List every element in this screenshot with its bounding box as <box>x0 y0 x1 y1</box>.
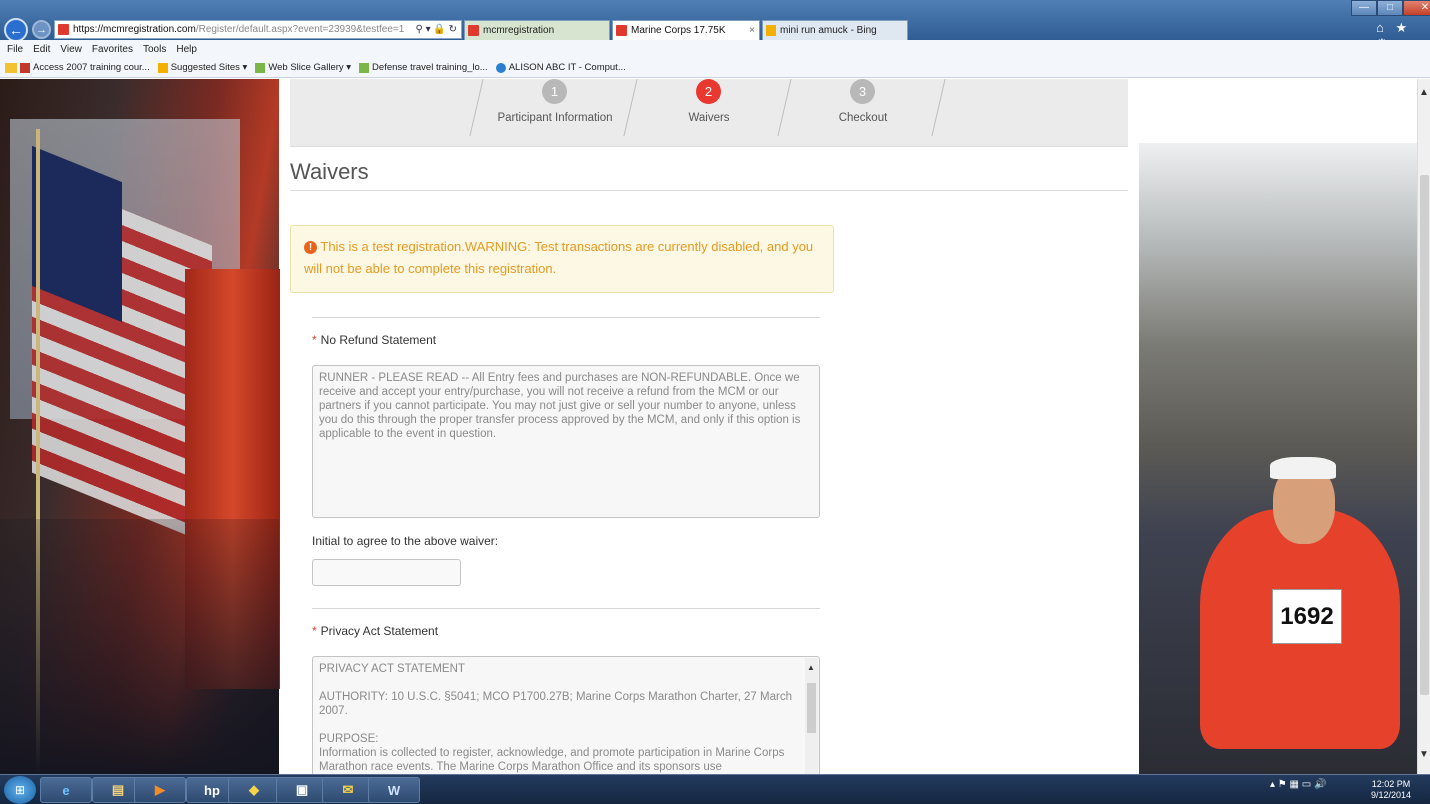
app-taskbar-icon[interactable]: ▣ <box>276 777 328 803</box>
required-mark: * <box>312 624 317 638</box>
tab-label: mcmregistration <box>483 25 555 36</box>
office-icon <box>20 62 30 73</box>
scroll-thumb[interactable] <box>1420 175 1429 695</box>
privacy-act-textarea[interactable]: PRIVACY ACT STATEMENT AUTHORITY: 10 U.S.… <box>312 656 820 774</box>
windows-taskbar: ⊞ e ▤ ▶ hp ◆ ▣ ✉ W ▴ ⚑ ▦ ▭ 🔊 12:02 PM 9/… <box>0 774 1430 804</box>
clock-date: 9/12/2014 <box>1370 790 1412 800</box>
start-button[interactable]: ⊞ <box>4 776 36 804</box>
initial-input[interactable] <box>312 559 461 586</box>
tab-mcmregistration[interactable]: mcmregistration <box>464 20 610 40</box>
ie-taskbar-icon[interactable]: e <box>40 777 92 803</box>
step-1-label[interactable]: Participant Information <box>475 112 635 124</box>
page-scrollbar[interactable]: ▲ ▼ <box>1417 79 1430 774</box>
step-3-circle: 3 <box>850 79 875 104</box>
alert-icon: ! <box>304 241 317 254</box>
favorites-bar: Access 2007 training cour... Suggested S… <box>0 58 1430 78</box>
menu-edit[interactable]: Edit <box>33 44 50 55</box>
back-button[interactable]: ← <box>4 18 28 42</box>
step-3-label: Checkout <box>838 112 888 124</box>
address-bar[interactable]: https://mcmregistration.com/Register/def… <box>54 20 462 39</box>
privacy-line: AUTHORITY: 10 U.S.C. §5041; MCO P1700.27… <box>319 691 792 717</box>
address-tools[interactable]: ⚲ ▾ 🔒 ↻ <box>415 24 461 35</box>
close-button[interactable]: ✕ <box>1403 0 1430 16</box>
privacy-line: PRIVACY ACT STATEMENT <box>319 663 465 675</box>
tab-bing[interactable]: mini run amuck - Bing <box>762 20 908 40</box>
word-taskbar-icon[interactable]: W <box>368 777 420 803</box>
system-clock[interactable]: 12:02 PM 9/12/2014 <box>1356 779 1426 801</box>
minimize-button[interactable]: — <box>1351 0 1377 16</box>
page-icon <box>359 62 370 73</box>
media-player-taskbar-icon[interactable]: ▶ <box>134 777 186 803</box>
favorite-link[interactable]: Web Slice Gallery ▾ <box>255 62 351 73</box>
favorite-link[interactable]: Access 2007 training cour... <box>20 62 150 73</box>
initial-label: Initial to agree to the above waiver: <box>312 534 499 548</box>
menu-view[interactable]: View <box>60 44 82 55</box>
page-viewport: 1692 ▲ ▼ 1 Participant Information 2 Wai… <box>0 79 1430 774</box>
favorite-label: ALISON ABC IT - Comput... <box>508 62 626 73</box>
window-controls: — □ ✕ <box>1351 0 1430 16</box>
alison-icon <box>495 62 506 73</box>
privacy-line: Information is collected to register, ac… <box>319 747 785 773</box>
favorite-link[interactable]: Suggested Sites ▾ <box>157 62 248 73</box>
restore-button[interactable]: □ <box>1377 0 1403 16</box>
step-2-label: Waivers <box>688 112 730 124</box>
favorites-star-icon[interactable] <box>5 62 17 73</box>
tab-label: Marine Corps 17.75K <box>631 25 726 36</box>
url-domain: https://mcmregistration.com <box>73 24 196 35</box>
favorite-label: Access 2007 training cour... <box>33 62 150 73</box>
sticky-notes-taskbar-icon[interactable]: ◆ <box>228 777 280 803</box>
bing-icon <box>766 25 776 36</box>
menu-file[interactable]: File <box>7 44 23 55</box>
no-refund-label: * No Refund Statement <box>312 333 436 347</box>
no-refund-label-text: No Refund Statement <box>320 333 437 347</box>
test-registration-warning: ! This is a test registration.WARNING: T… <box>290 225 834 293</box>
system-tray-icons[interactable]: ▴ ⚑ ▦ ▭ 🔊 <box>1270 779 1326 790</box>
menu-help[interactable]: Help <box>176 44 197 55</box>
scroll-up-icon[interactable]: ▲ <box>807 661 815 675</box>
privacy-scrollbar[interactable]: ▲ <box>805 658 818 774</box>
mcm-favicon-icon <box>616 25 627 36</box>
no-refund-textarea[interactable]: RUNNER - PLEASE READ -- All Entry fees a… <box>312 365 820 518</box>
privacy-line: PURPOSE: <box>319 733 379 745</box>
step-1-circle[interactable]: 1 <box>542 79 567 104</box>
tab-close-icon[interactable]: × <box>749 25 759 36</box>
scroll-down-icon[interactable]: ▼ <box>1419 749 1429 760</box>
alert-text: This is a test registration.WARNING: Tes… <box>304 239 814 276</box>
favorite-link[interactable]: Defense travel training_lo... <box>359 62 488 73</box>
bing-icon <box>157 62 168 73</box>
marine-color-guard-photo <box>0 79 280 774</box>
favorite-label: Defense travel training_lo... <box>372 62 488 73</box>
mcm-favicon-icon <box>468 25 479 36</box>
privacy-act-label: * Privacy Act Statement <box>312 624 438 638</box>
scroll-thumb[interactable] <box>807 683 816 733</box>
site-favicon-icon <box>58 24 69 35</box>
url-path: /Register/default.aspx?event=23939&testf… <box>195 24 405 35</box>
required-mark: * <box>312 333 317 347</box>
step-2-circle: 2 <box>696 79 721 104</box>
menu-tools[interactable]: Tools <box>143 44 166 55</box>
web-slice-icon <box>255 62 266 73</box>
clock-time: 12:02 PM <box>1371 779 1411 789</box>
forward-button[interactable]: → <box>32 20 51 39</box>
tab-marine-corps[interactable]: Marine Corps 17.75K × <box>612 20 760 40</box>
page-title: Waivers <box>290 159 369 184</box>
favorite-label: Web Slice Gallery ▾ <box>268 62 352 73</box>
outlook-taskbar-icon[interactable]: ✉ <box>322 777 374 803</box>
favorite-link[interactable]: ALISON ABC IT - Comput... <box>495 62 626 73</box>
tab-label: mini run amuck - Bing <box>780 25 877 36</box>
race-bib: 1692 <box>1272 589 1342 644</box>
scroll-up-icon[interactable]: ▲ <box>1419 87 1429 98</box>
privacy-act-label-text: Privacy Act Statement <box>320 624 439 638</box>
menu-bar: File Edit View Favorites Tools Help <box>0 40 1430 58</box>
favorite-label: Suggested Sites ▾ <box>170 62 248 73</box>
menu-favorites[interactable]: Favorites <box>92 44 133 55</box>
registration-steps: 1 Participant Information 2 Waivers 3 Ch… <box>290 79 1128 147</box>
